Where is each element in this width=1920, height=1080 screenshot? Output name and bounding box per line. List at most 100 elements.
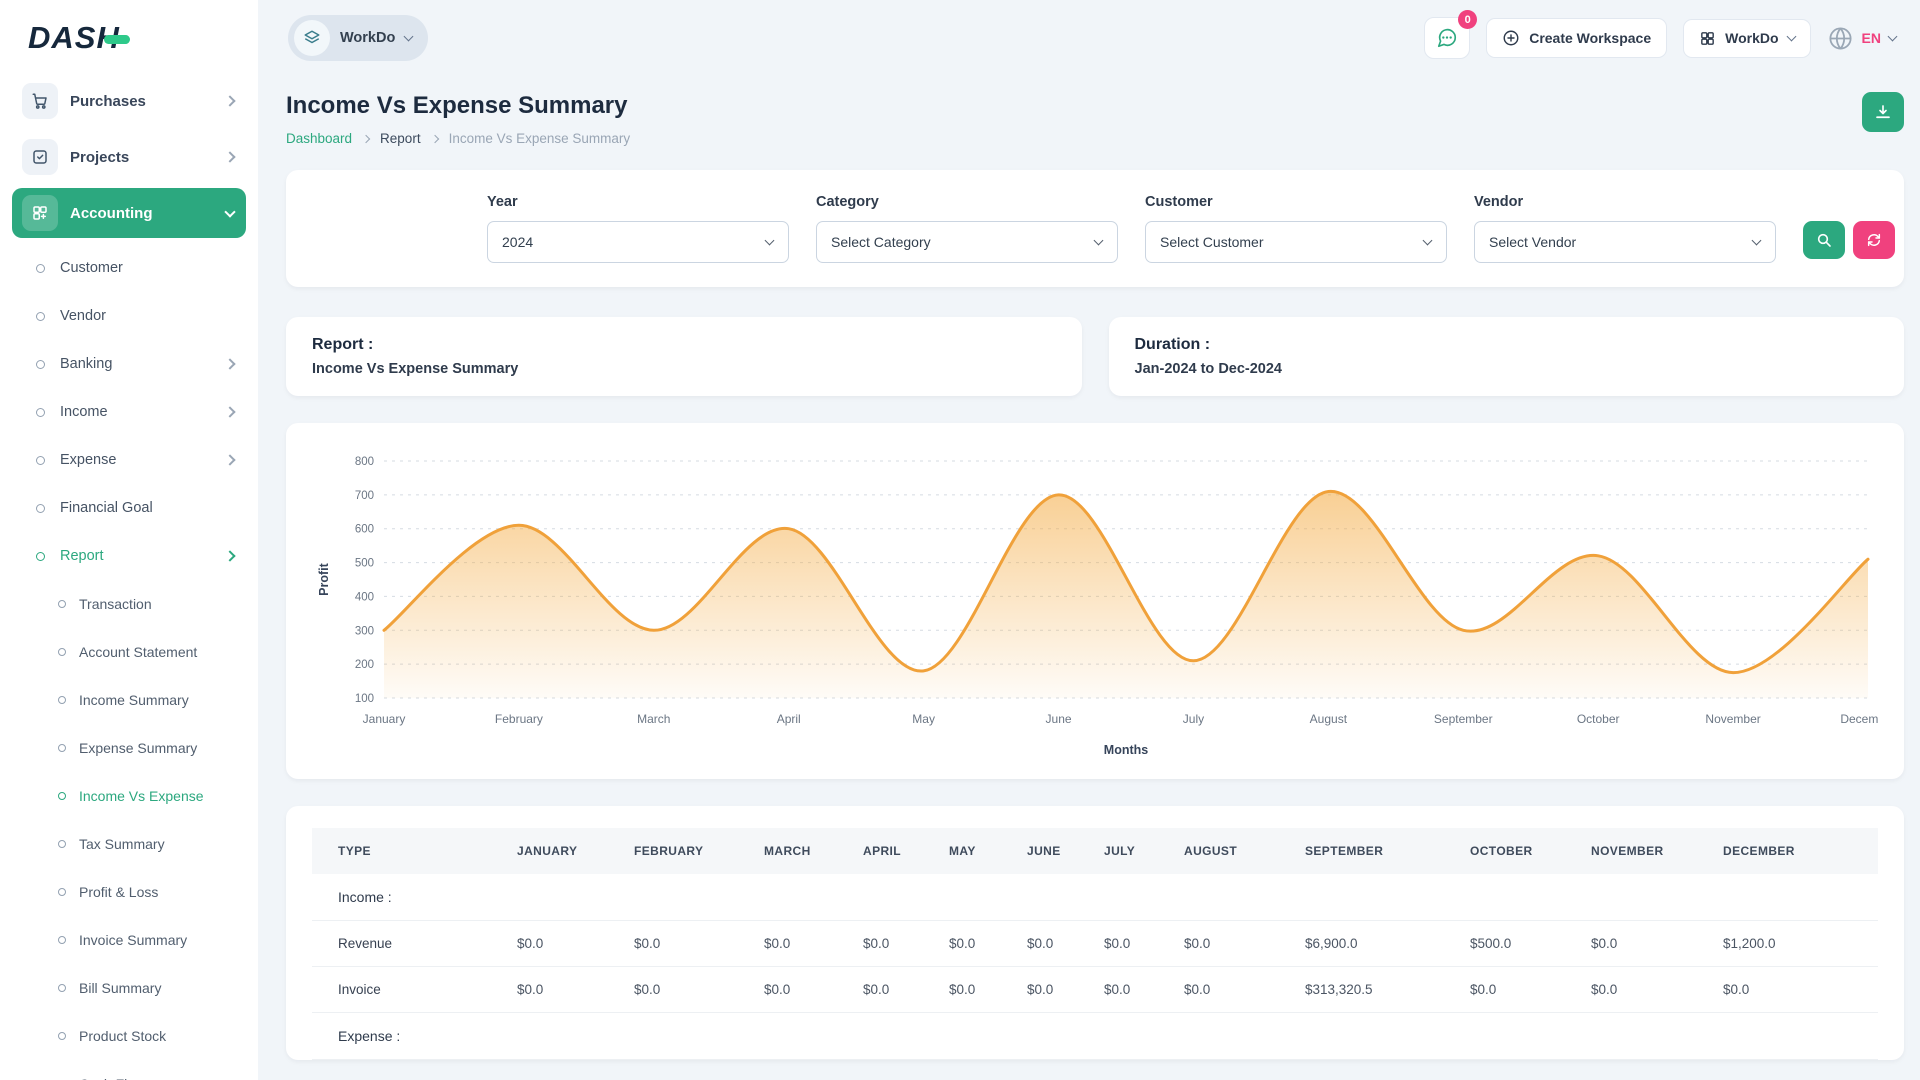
sidebar-item-label: Accounting — [70, 205, 214, 222]
sidebar-item-accounting[interactable]: Accounting — [12, 188, 246, 238]
sidebar-item-label: Expense Summary — [79, 740, 197, 756]
svg-text:September: September — [1434, 712, 1493, 726]
value-cell: $0.0 — [1713, 967, 1878, 1013]
sidebar-item-label: Cash Flow — [79, 1076, 145, 1080]
sidebar-item-customer[interactable]: Customer — [12, 244, 246, 292]
sidebar-item-product-stock[interactable]: Product Stock — [12, 1012, 246, 1060]
apply-filter-button[interactable] — [1803, 221, 1845, 259]
sidebar-item-income[interactable]: Income — [12, 388, 246, 436]
column-header-may: MAY — [939, 828, 1017, 874]
workspace-logo-icon — [294, 20, 330, 56]
column-header-july: JULY — [1094, 828, 1174, 874]
sidebar-item-expense-summary[interactable]: Expense Summary — [12, 724, 246, 772]
create-workspace-label: Create Workspace — [1529, 30, 1651, 46]
svg-text:April: April — [777, 712, 801, 726]
value-cell: $0.0 — [1460, 967, 1581, 1013]
chart-card: 100200300400500600700800JanuaryFebruaryM… — [286, 423, 1904, 779]
column-header-september: SEPTEMBER — [1295, 828, 1460, 874]
sidebar-item-income-summary[interactable]: Income Summary — [12, 676, 246, 724]
reset-filter-button[interactable] — [1853, 221, 1895, 259]
value-cell: $0.0 — [1174, 967, 1295, 1013]
breadcrumb-dashboard[interactable]: Dashboard — [286, 131, 352, 146]
filter-customer: Customer Select Customer — [1145, 194, 1447, 263]
reset-icon — [1866, 232, 1882, 248]
bullet-icon — [58, 600, 66, 608]
sidebar-item-label: Financial Goal — [60, 500, 234, 516]
page-header: Income Vs Expense Summary Dashboard Repo… — [286, 92, 1904, 146]
sidebar-item-label: Tax Summary — [79, 836, 165, 852]
customer-select[interactable]: Select Customer — [1145, 221, 1447, 263]
svg-text:January: January — [363, 712, 406, 726]
workspace-menu-button[interactable]: WorkDo — [1683, 19, 1810, 58]
sidebar-item-account-statement[interactable]: Account Statement — [12, 628, 246, 676]
value-cell: $0.0 — [1581, 921, 1713, 967]
sidebar-item-financial-goal[interactable]: Financial Goal — [12, 484, 246, 532]
bullet-icon — [58, 696, 66, 704]
svg-text:100: 100 — [355, 693, 374, 705]
category-select-value: Select Category — [831, 234, 931, 250]
category-select[interactable]: Select Category — [816, 221, 1118, 263]
table-section-row: Expense : — [312, 1013, 1878, 1060]
column-header-january: JANUARY — [507, 828, 624, 874]
chevron-right-icon — [224, 95, 235, 106]
svg-text:May: May — [912, 712, 935, 726]
sidebar-item-label: Income — [60, 404, 211, 420]
column-header-february: FEBRUARY — [624, 828, 754, 874]
sidebar-item-label: Projects — [70, 149, 214, 166]
svg-text:Months: Months — [1104, 743, 1148, 757]
sidebar-item-banking[interactable]: Banking — [12, 340, 246, 388]
chevron-right-icon — [224, 151, 235, 162]
sidebar-item-label: Account Statement — [79, 644, 197, 660]
sidebar-item-label: Invoice Summary — [79, 932, 187, 948]
sidebar-item-income-vs-expense[interactable]: Income Vs Expense — [12, 772, 246, 820]
sidebar-item-label: Report — [60, 548, 211, 564]
value-cell: $0.0 — [507, 921, 624, 967]
sidebar-item-profit-loss[interactable]: Profit & Loss — [12, 868, 246, 916]
column-header-october: OCTOBER — [1460, 828, 1581, 874]
breadcrumb-report[interactable]: Report — [380, 131, 421, 146]
section-label: Expense : — [312, 1013, 1878, 1060]
value-cell: $0.0 — [507, 967, 624, 1013]
workspace-switcher[interactable]: WorkDo — [288, 15, 428, 61]
column-header-december: DECEMBER — [1713, 828, 1878, 874]
filter-actions — [1803, 221, 1895, 259]
sidebar-item-invoice-summary[interactable]: Invoice Summary — [12, 916, 246, 964]
download-button[interactable] — [1862, 92, 1904, 132]
filter-year: Year 2024 — [487, 194, 789, 263]
value-cell: $0.0 — [853, 967, 939, 1013]
sidebar-item-tax-summary[interactable]: Tax Summary — [12, 820, 246, 868]
year-select-value: 2024 — [502, 234, 533, 250]
table-row: Revenue$0.0$0.0$0.0$0.0$0.0$0.0$0.0$0.0$… — [312, 921, 1878, 967]
sidebar-item-vendor[interactable]: Vendor — [12, 292, 246, 340]
sidebar-item-expense[interactable]: Expense — [12, 436, 246, 484]
sidebar-item-bill-summary[interactable]: Bill Summary — [12, 964, 246, 1012]
value-cell: $0.0 — [939, 921, 1017, 967]
chevron-down-icon — [1888, 31, 1898, 41]
brand-logo[interactable]: DASH — [12, 0, 246, 76]
sidebar-item-projects[interactable]: Projects — [12, 132, 246, 182]
svg-text:November: November — [1705, 712, 1760, 726]
bullet-icon — [58, 888, 66, 896]
vendor-select[interactable]: Select Vendor — [1474, 221, 1776, 263]
bullet-icon — [58, 792, 66, 800]
chevron-right-icon — [430, 134, 438, 142]
sidebar: DASH Purchases Projects — [0, 0, 258, 1080]
sidebar-item-cash-flow[interactable]: Cash Flow — [12, 1060, 246, 1080]
vendor-select-value: Select Vendor — [1489, 234, 1576, 250]
year-select[interactable]: 2024 — [487, 221, 789, 263]
chevron-down-icon — [1752, 235, 1762, 245]
sidebar-item-report[interactable]: Report — [12, 532, 246, 580]
bullet-icon — [36, 312, 45, 321]
sidebar-item-label: Income Vs Expense — [79, 788, 204, 804]
sidebar-item-purchases[interactable]: Purchases — [12, 76, 246, 126]
language-selector[interactable]: EN — [1827, 25, 1896, 52]
value-cell: $0.0 — [1174, 921, 1295, 967]
report-info-card: Report : Income Vs Expense Summary — [286, 317, 1082, 396]
messages-button[interactable]: 0 — [1424, 17, 1470, 59]
create-workspace-button[interactable]: Create Workspace — [1486, 18, 1667, 58]
sidebar-item-label: Purchases — [70, 93, 214, 110]
sidebar-item-transaction[interactable]: Transaction — [12, 580, 246, 628]
svg-text:700: 700 — [355, 490, 374, 502]
chevron-down-icon — [765, 235, 775, 245]
summary-table: TYPEJANUARYFEBRUARYMARCHAPRILMAYJUNEJULY… — [312, 828, 1878, 1060]
